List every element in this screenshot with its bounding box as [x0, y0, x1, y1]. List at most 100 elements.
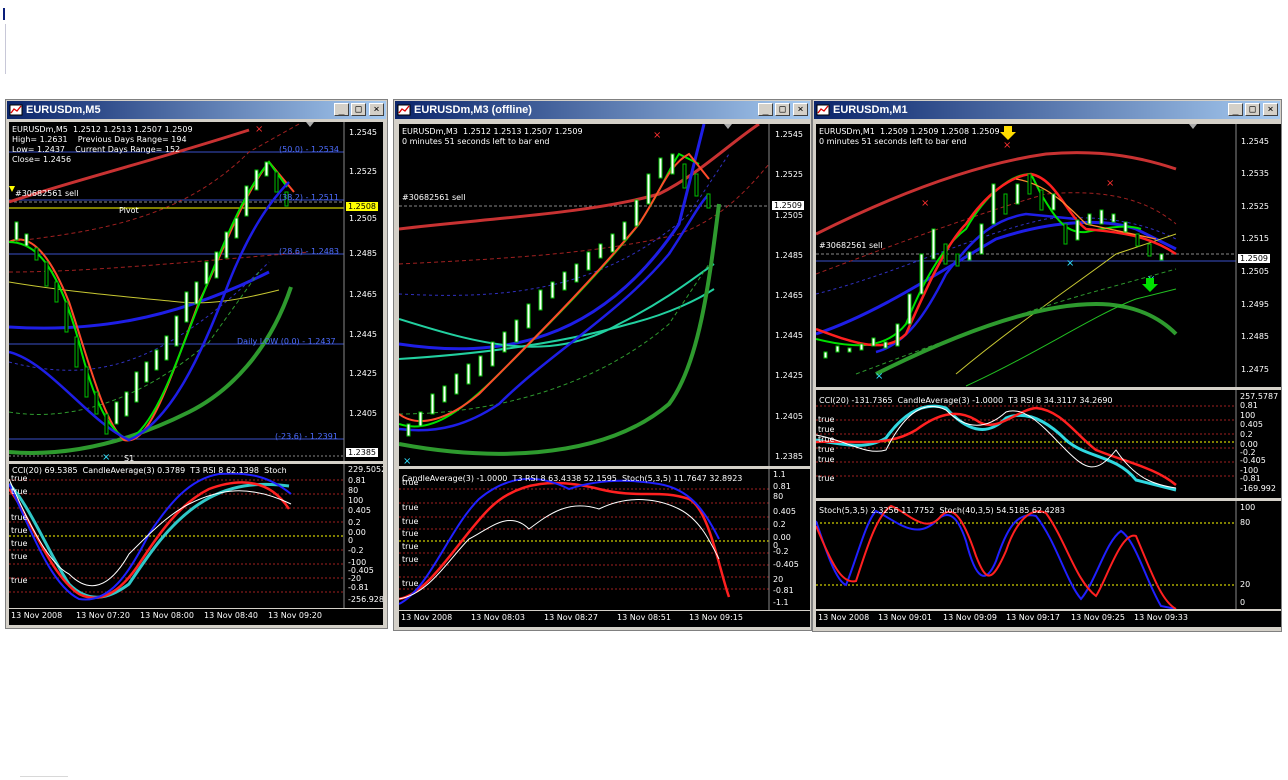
current-price-tag: 1.2509 — [772, 201, 804, 210]
minimize-button[interactable]: _ — [758, 103, 773, 116]
stoch-tick: 80 — [1240, 518, 1251, 527]
indicator-tick: -0.2 — [348, 546, 364, 555]
indicator-tick: -256.928 — [348, 595, 383, 604]
chart-window-icon — [9, 104, 23, 116]
indicator-tick: 0.405 — [348, 506, 371, 515]
maximize-button[interactable]: □ — [351, 103, 366, 116]
fast-ma-red — [9, 160, 295, 442]
shift-triangle-icon — [724, 124, 732, 129]
indicator-canvas — [9, 464, 345, 608]
stoch-label: Stoch(5,3,5) 2.3256 11.7752 Stoch(40,3,5… — [819, 506, 1065, 515]
close-button[interactable]: × — [369, 103, 384, 116]
price-tick: 1.2425 — [349, 369, 377, 378]
maximize-button[interactable]: □ — [1245, 103, 1260, 116]
time-label: 13 Nov 08:00 — [140, 611, 194, 620]
info-line-1: EURUSDm,M1 1.2509 1.2509 1.2508 1.2509 — [819, 127, 1000, 136]
price-tick: 1.2485 — [1241, 332, 1269, 341]
true-label: true — [11, 576, 28, 585]
info-line-3: Low= 1.2437 Current Days Range= 152 — [12, 145, 181, 154]
true-label: true — [402, 542, 419, 551]
price-tick: 1.2465 — [349, 290, 377, 299]
indicator-pane[interactable]: CCI(20) -131.7365 CandleAverage(3) -1.00… — [816, 390, 1281, 498]
indicator-tick: -0.81 — [348, 583, 369, 592]
close-button[interactable]: × — [793, 103, 808, 116]
indicator-tick: -0.81 — [773, 586, 794, 595]
stoch-pane[interactable]: Stoch(5,3,5) 2.3256 11.7752 Stoch(40,3,5… — [816, 501, 1281, 609]
chart-window-m3[interactable]: EURUSDm,M3 (offline) _ □ × × × EURUSDm,M… — [393, 99, 812, 631]
indicator-tick: 0.81 — [1240, 401, 1258, 410]
stoch-tick: 100 — [1240, 503, 1256, 512]
info-line-2: High= 1.2631 Previous Days Range= 194 — [12, 135, 187, 144]
fast-ma-red — [816, 172, 1177, 347]
indicator-tick: 0 — [348, 536, 354, 545]
cci-line — [9, 482, 290, 599]
candles — [823, 173, 1164, 359]
price-tick: 1.2525 — [349, 167, 377, 176]
price-tick: 1.2505 — [349, 214, 377, 223]
shift-triangle-icon — [1189, 124, 1197, 129]
info-line-4: Close= 1.2456 — [12, 155, 72, 164]
fib-label: (-23.6) - 1.2391 — [275, 432, 338, 441]
true-label: true — [11, 526, 28, 535]
rsi-red-line — [9, 481, 291, 599]
sell-arrow-marker: × — [653, 130, 661, 141]
window-title: EURUSDm,M3 (offline) — [414, 104, 532, 116]
true-label: true — [818, 435, 835, 444]
indicator-tick: 0.405 — [1240, 420, 1263, 429]
price-tick: 1.2465 — [775, 291, 803, 300]
s1-label: S1 — [124, 454, 135, 461]
stoch-tick: 20 — [1240, 580, 1251, 589]
window-titlebar[interactable]: EURUSDm,M5 _ □ × — [7, 101, 386, 119]
true-label: true — [11, 487, 28, 496]
indicator-tick: -0.405 — [1240, 456, 1266, 465]
price-chart-canvas: × × × × × × — [816, 124, 1237, 387]
price-tick: 1.2505 — [1241, 267, 1269, 276]
indicator-pane[interactable]: CCI(20) 69.5385 CandleAverage(3) 0.3789 … — [9, 464, 383, 608]
indicator-tick: 0.81 — [348, 476, 366, 485]
true-label: true — [818, 474, 835, 483]
indicator-tick: 0.2 — [1240, 430, 1253, 439]
aqua-ma-1 — [399, 263, 715, 348]
chart-window-m5[interactable]: EURUSDm,M5 _ □ × × × EURUSDm,M5 1.2512 1… — [5, 99, 388, 629]
price-tick: 1.2405 — [775, 412, 803, 421]
current-price-tag: 1.2508 — [346, 202, 378, 211]
price-chart[interactable]: × × × × × × EURUSDm,M1 1.2509 1.2509 1.2… — [816, 124, 1281, 387]
window-titlebar[interactable]: EURUSDm,M3 (offline) _ □ × — [395, 101, 810, 119]
indicator-tick: 100 — [1240, 411, 1256, 420]
indicator-tick: 0.2 — [773, 520, 786, 529]
price-tick: 1.2425 — [775, 371, 803, 380]
price-tick: 1.2545 — [349, 128, 377, 137]
buy-arrow-marker: × — [102, 452, 110, 461]
indicator-pane[interactable]: CandleAverage(3) -1.0000 T3 RSI 8 63.433… — [399, 469, 810, 610]
true-label: true — [818, 425, 835, 434]
info-line-2: 0 minutes 51 seconds left to bar end — [402, 137, 550, 146]
chart-window-m1[interactable]: EURUSDm,M1 _ □ × × × × × × EURUSDm,M1 1.… — [812, 99, 1282, 632]
chart-window-icon — [816, 104, 830, 116]
shift-triangle-icon — [306, 122, 314, 127]
indicator-tick: -0.81 — [1240, 474, 1261, 483]
price-tick: 1.2495 — [1241, 300, 1269, 309]
price-chart[interactable]: × × EURUSDm,M5 1.2512 1.2513 1.2507 1.25… — [9, 122, 383, 461]
time-label: 13 Nov 08:40 — [204, 611, 258, 620]
fib-label: (28.6) - 1.2483 — [279, 247, 340, 256]
true-label: true — [402, 478, 419, 487]
time-label: 13 Nov 09:01 — [878, 613, 932, 622]
price-chart[interactable]: × × EURUSDm,M3 1.2512 1.2513 1.2507 1.25… — [399, 124, 810, 466]
time-axis: 13 Nov 2008 13 Nov 07:20 13 Nov 08:00 13… — [9, 609, 383, 625]
minimize-button[interactable]: _ — [1228, 103, 1243, 116]
fib-label: (38.2) - 1.2511 — [279, 193, 340, 202]
minimize-button[interactable]: _ — [334, 103, 349, 116]
sell-arrow-marker: × — [255, 124, 263, 135]
true-label: true — [11, 513, 28, 522]
pivot-label: Pivot — [119, 206, 139, 215]
indicator-tick: 257.5787 — [1240, 392, 1279, 401]
indicator-tick: -0.405 — [773, 560, 799, 569]
close-button[interactable]: × — [1263, 103, 1278, 116]
price-tick: 1.2405 — [349, 409, 377, 418]
window-titlebar[interactable]: EURUSDm,M1 _ □ × — [814, 101, 1280, 119]
indicator-tick: -20 — [348, 574, 362, 583]
maximize-button[interactable]: □ — [775, 103, 790, 116]
price-chart-canvas: × × — [9, 122, 345, 461]
price-tick: 1.2445 — [349, 330, 377, 339]
order-label: #30682561 sell — [402, 193, 466, 202]
